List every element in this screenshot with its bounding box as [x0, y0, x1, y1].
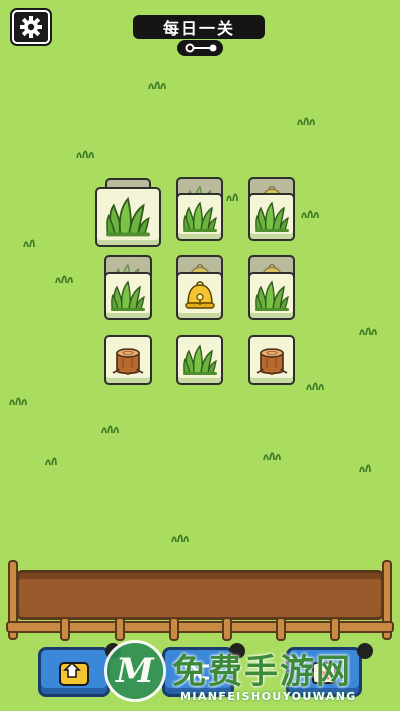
settings-button[interactable] — [12, 10, 50, 44]
grass-tuft-icon — [181, 202, 218, 233]
key-indicator — [177, 40, 223, 56]
grass-tuft-icon — [181, 345, 218, 376]
grass-doodle-icon — [55, 275, 73, 284]
grass-doodle-icon — [171, 534, 189, 543]
fence-post — [60, 617, 70, 641]
watermark-subtitle: MIANFEISHOUYOUWANG — [180, 690, 357, 703]
grass-tuft-icon — [105, 197, 151, 238]
tile-tray — [16, 570, 384, 620]
board-tile-grass[interactable] — [176, 193, 223, 241]
grass-doodle-icon — [297, 117, 315, 126]
fence-post — [222, 617, 232, 641]
board-tile-grass[interactable] — [95, 187, 161, 247]
level-title: 每日一关 — [133, 15, 265, 39]
bell-icon — [184, 281, 215, 309]
grass-tuft-icon — [110, 281, 146, 312]
grass-doodle-icon — [263, 452, 281, 461]
watermark-logo: M — [104, 640, 166, 702]
fence-post — [276, 617, 286, 641]
watermark-title: 免费手游网 — [172, 652, 352, 692]
grass-doodle-icon — [226, 193, 238, 202]
fence-post — [115, 617, 125, 641]
grass-doodle-icon — [301, 210, 319, 219]
board-tile-grass[interactable] — [104, 272, 152, 320]
board-tile-bell[interactable] — [176, 272, 223, 320]
grass-doodle-icon — [359, 327, 377, 336]
grass-tuft-icon — [253, 281, 290, 312]
stump-icon — [255, 348, 288, 375]
grass-doodle-icon — [306, 382, 324, 391]
grass-tuft-icon — [253, 202, 290, 233]
remove-count-badge — [357, 643, 373, 659]
board-tile-grass[interactable] — [248, 272, 295, 320]
undo-button[interactable] — [38, 643, 121, 697]
fence-post — [330, 617, 340, 641]
board-tile-grass[interactable] — [176, 335, 223, 385]
board-tile-grass[interactable] — [248, 193, 295, 241]
grass-doodle-icon — [148, 81, 166, 90]
grass-doodle-icon — [45, 457, 57, 466]
grass-doodle-icon — [23, 239, 35, 248]
grass-doodle-icon — [9, 397, 27, 406]
board-tile-stump[interactable] — [104, 335, 152, 385]
fence-post — [169, 617, 179, 641]
grass-doodle-icon — [101, 425, 119, 434]
key-icon — [185, 43, 217, 53]
board-tile-stump[interactable] — [248, 335, 295, 385]
gear-icon — [20, 16, 42, 38]
undo-arrow-icon — [59, 661, 89, 686]
grass-doodle-icon — [359, 464, 371, 473]
grass-doodle-icon — [76, 150, 94, 159]
stump-icon — [112, 348, 144, 375]
